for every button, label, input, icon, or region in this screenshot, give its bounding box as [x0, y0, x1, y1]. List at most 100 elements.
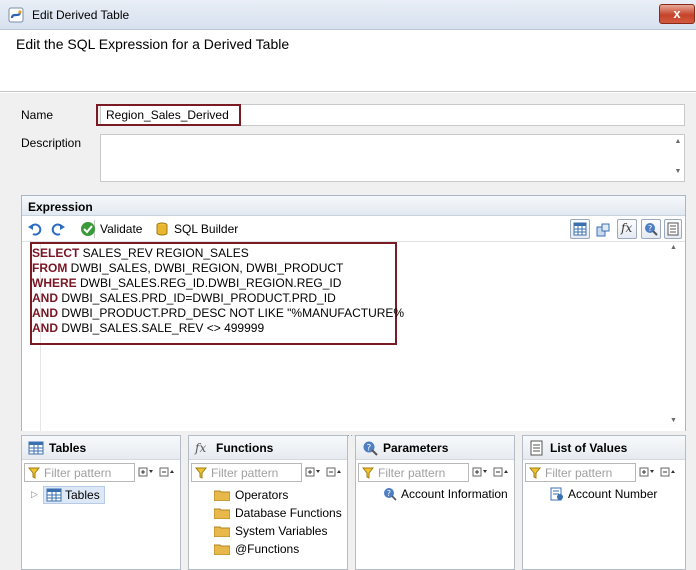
tree-item-account-information[interactable]: ? Account Information [383, 487, 508, 501]
layout-icon[interactable] [595, 222, 611, 238]
svg-text:?: ? [387, 489, 391, 498]
tree-item-account-number[interactable]: Account Number [550, 487, 657, 501]
expand-all-icon[interactable] [472, 465, 488, 479]
expression-panel: Expression Validate SQL Builder fx ? ▲ ▼… [21, 195, 686, 431]
lov-panel-title: List of Values [550, 441, 628, 455]
show-parameters-toggle[interactable]: ? [641, 219, 661, 239]
dialog-header: Edit the SQL Expression for a Derived Ta… [0, 30, 696, 92]
filter-placeholder: Filter pattern [44, 466, 112, 480]
expand-all-icon[interactable] [305, 465, 321, 479]
expand-all-icon[interactable] [138, 465, 154, 479]
lov-item-icon [550, 487, 563, 501]
description-scroll-down-icon[interactable]: ▼ [673, 168, 683, 178]
parameter-icon: ? [363, 441, 378, 456]
lov-panel: List of Values Filter pattern Account Nu… [522, 435, 686, 570]
editor-scroll-down-icon[interactable]: ▼ [670, 417, 677, 424]
window-titlebar: Edit Derived Table x [0, 0, 696, 30]
expression-header: Expression [22, 196, 685, 216]
description-field[interactable] [100, 134, 685, 182]
editor-scroll-up-icon[interactable]: ▲ [670, 244, 677, 251]
filter-icon [529, 467, 541, 479]
parameter-icon: ? [384, 488, 397, 501]
table-grid-icon [573, 222, 587, 236]
show-functions-toggle[interactable]: fx [617, 219, 637, 239]
tables-filter-input[interactable]: Filter pattern [24, 463, 135, 482]
parameters-panel-title: Parameters [383, 441, 449, 455]
tree-item-label: @Functions [235, 542, 300, 556]
table-icon [46, 488, 62, 502]
show-tables-toggle[interactable] [570, 219, 590, 239]
folder-icon [214, 544, 230, 555]
tree-item-operators[interactable]: Operators [214, 488, 288, 502]
fx-icon: fx [621, 221, 633, 235]
tree-item-at-functions[interactable]: @Functions [214, 542, 299, 556]
name-label: Name [21, 108, 54, 122]
page-title: Edit the SQL Expression for a Derived Ta… [16, 36, 290, 52]
functions-panel-header: fx Functions [189, 436, 347, 460]
expression-toolbar: Validate SQL Builder fx ? [22, 216, 685, 242]
tree-item-system-variables[interactable]: System Variables [214, 524, 327, 538]
filter-icon [195, 467, 207, 479]
sql-line: SELECT SALES_REV REGION_SALES [32, 246, 249, 260]
sql-line: WHERE DWBI_SALES.REG_ID.DWBI_REGION.REG_… [32, 276, 342, 290]
tree-item-label: System Variables [235, 524, 328, 538]
folder-icon [214, 508, 230, 519]
validate-label: Validate [100, 222, 143, 236]
tree-item-label: Operators [235, 488, 289, 502]
tree-item-tables[interactable]: Tables [43, 486, 105, 504]
close-button[interactable]: x [659, 4, 695, 24]
description-label: Description [21, 136, 82, 150]
parameters-panel: ? Parameters Filter pattern ? Account In… [355, 435, 515, 570]
redo-icon[interactable] [50, 221, 66, 237]
expression-title: Expression [28, 200, 93, 214]
show-lov-toggle[interactable] [664, 219, 682, 239]
sql-line: AND DWBI_SALES.SALE_REV <> 499999 [32, 321, 265, 335]
parameters-filter-input[interactable]: Filter pattern [358, 463, 469, 482]
window-title: Edit Derived Table [32, 8, 130, 22]
parameters-panel-header: ? Parameters [356, 436, 514, 460]
parameter-icon: ? [645, 223, 658, 236]
lov-panel-header: List of Values [523, 436, 685, 460]
functions-panel-title: Functions [216, 441, 274, 455]
name-value: Region_Sales_Derived [106, 108, 229, 122]
tree-item-label: Tables [65, 488, 100, 502]
filter-placeholder: Filter pattern [545, 466, 613, 480]
svg-text:?: ? [367, 444, 372, 454]
sql-line: FROM DWBI_SALES, DWBI_REGION, DWBI_PRODU… [32, 261, 344, 275]
sql-line: AND DWBI_PRODUCT.PRD_DESC NOT LIKE "%MAN… [32, 306, 405, 320]
tree-item-label: Database Functions [235, 506, 342, 520]
tree-item-database-functions[interactable]: Database Functions [214, 506, 342, 520]
filter-placeholder: Filter pattern [378, 466, 446, 480]
list-icon [530, 440, 543, 456]
undo-icon[interactable] [27, 221, 43, 237]
collapse-all-icon[interactable] [159, 465, 175, 479]
sql-builder-label: SQL Builder [174, 222, 239, 236]
functions-panel: fx Functions Filter pattern Operators Da… [188, 435, 348, 570]
close-icon: x [673, 6, 681, 21]
sql-editor[interactable]: ▲ ▼ SELECT SALES_REV REGION_SALES FROM D… [22, 242, 685, 431]
tables-panel-header: Tables [22, 436, 180, 460]
folder-icon [214, 526, 230, 537]
functions-filter-input[interactable]: Filter pattern [191, 463, 302, 482]
list-icon [667, 222, 679, 236]
expand-arrow-icon[interactable]: ▷ [31, 489, 38, 500]
sql-line: AND DWBI_SALES.PRD_ID=DWBI_PRODUCT.PRD_I… [32, 291, 336, 305]
app-icon [8, 7, 24, 23]
collapse-all-icon[interactable] [493, 465, 509, 479]
check-icon [81, 222, 95, 236]
description-scroll-up-icon[interactable]: ▲ [673, 138, 683, 148]
svg-text:?: ? [648, 224, 652, 233]
tables-panel-title: Tables [49, 441, 87, 455]
collapse-all-icon[interactable] [326, 465, 342, 479]
database-icon [156, 222, 168, 236]
table-icon [28, 441, 44, 455]
fx-icon: fx [195, 441, 207, 455]
filter-placeholder: Filter pattern [211, 466, 279, 480]
lov-filter-input[interactable]: Filter pattern [525, 463, 636, 482]
filter-icon [28, 467, 40, 479]
tables-panel: Tables Filter pattern ▷ Tables [21, 435, 181, 570]
collapse-all-icon[interactable] [660, 465, 676, 479]
tree-item-label: Account Number [568, 487, 658, 501]
expand-all-icon[interactable] [639, 465, 655, 479]
folder-icon [214, 490, 230, 501]
